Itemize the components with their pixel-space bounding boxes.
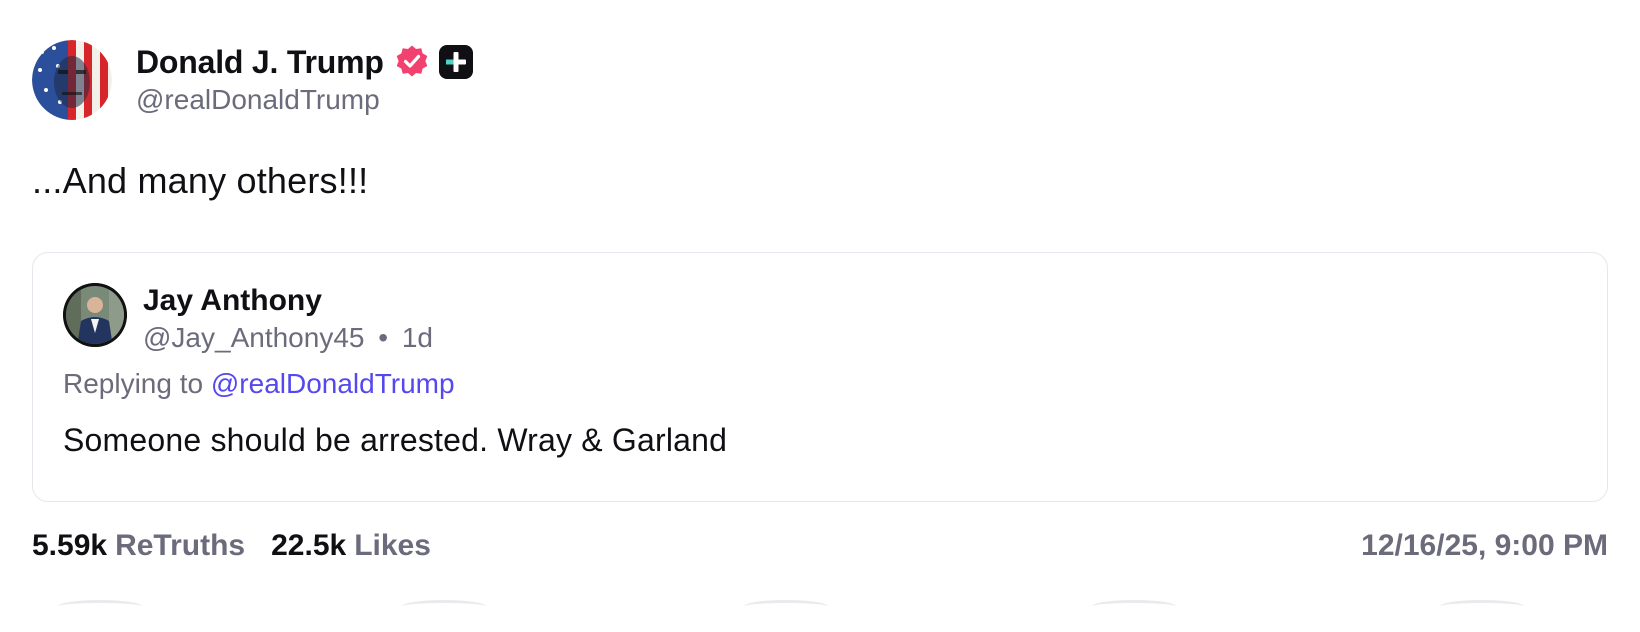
quoted-post-card[interactable]: Jay Anthony @Jay_Anthony45 • 1d Replying… — [32, 252, 1608, 502]
author-name[interactable]: Donald J. Trump — [136, 44, 384, 81]
post-body: ...And many others!!! — [32, 160, 369, 201]
quote-author-avatar[interactable] — [63, 283, 127, 347]
plus-badge-icon — [438, 44, 474, 80]
quote-handle-row: @Jay_Anthony45 • 1d — [143, 322, 433, 354]
quote-author-handle[interactable]: @Jay_Anthony45 — [143, 322, 364, 353]
quote-author-avatar-image — [63, 283, 127, 347]
post-author-row: Donald J. Trump @realDonaldTrump — [32, 40, 1608, 120]
author-avatar[interactable] — [32, 40, 112, 120]
retruths-stat[interactable]: 5.59k ReTruths — [32, 529, 245, 563]
verified-badge-icon — [394, 44, 430, 80]
post: Donald J. Trump @realDonaldTrump ...And … — [32, 40, 1608, 502]
author-meta: Donald J. Trump @realDonaldTrump — [136, 42, 474, 116]
replying-to-mention-link[interactable]: @realDonaldTrump — [211, 368, 455, 399]
quote-text: Someone should be arrested. Wray & Garla… — [63, 422, 728, 458]
quote-author-name[interactable]: Jay Anthony — [143, 284, 433, 318]
author-handle[interactable]: @realDonaldTrump — [136, 84, 474, 116]
retruths-count: 5.59k — [32, 529, 108, 562]
quote-age: 1d — [401, 322, 433, 353]
replying-to-line: Replying to @realDonaldTrump — [63, 368, 1577, 400]
like-action-icon[interactable] — [744, 600, 828, 613]
more-action-icon[interactable] — [1440, 600, 1524, 613]
quote-author-meta: Jay Anthony @Jay_Anthony45 • 1d — [143, 284, 433, 354]
replying-to-label: Replying to — [63, 368, 204, 399]
quoted-post-content: Jay Anthony @Jay_Anthony45 • 1d Replying… — [63, 283, 1577, 459]
likes-label: Likes — [354, 529, 431, 562]
post-timestamp[interactable]: 12/16/25, 9:00 PM — [1361, 529, 1608, 563]
reply-action-icon[interactable] — [58, 600, 142, 613]
author-avatar-image — [32, 40, 112, 120]
share-action-icon[interactable] — [1092, 600, 1176, 613]
retruth-action-icon[interactable] — [402, 600, 486, 613]
retruths-label: ReTruths — [115, 529, 246, 562]
action-bar-partial — [32, 600, 1608, 610]
author-name-row: Donald J. Trump — [136, 42, 474, 82]
likes-count: 22.5k — [271, 529, 347, 562]
likes-stat[interactable]: 22.5k Likes — [271, 529, 431, 563]
separator-dot: • — [378, 322, 389, 353]
quote-author-row: Jay Anthony @Jay_Anthony45 • 1d — [63, 283, 1577, 354]
post-stats-row: 5.59k ReTruths 22.5k Likes 12/16/25, 9:0… — [32, 524, 1608, 568]
